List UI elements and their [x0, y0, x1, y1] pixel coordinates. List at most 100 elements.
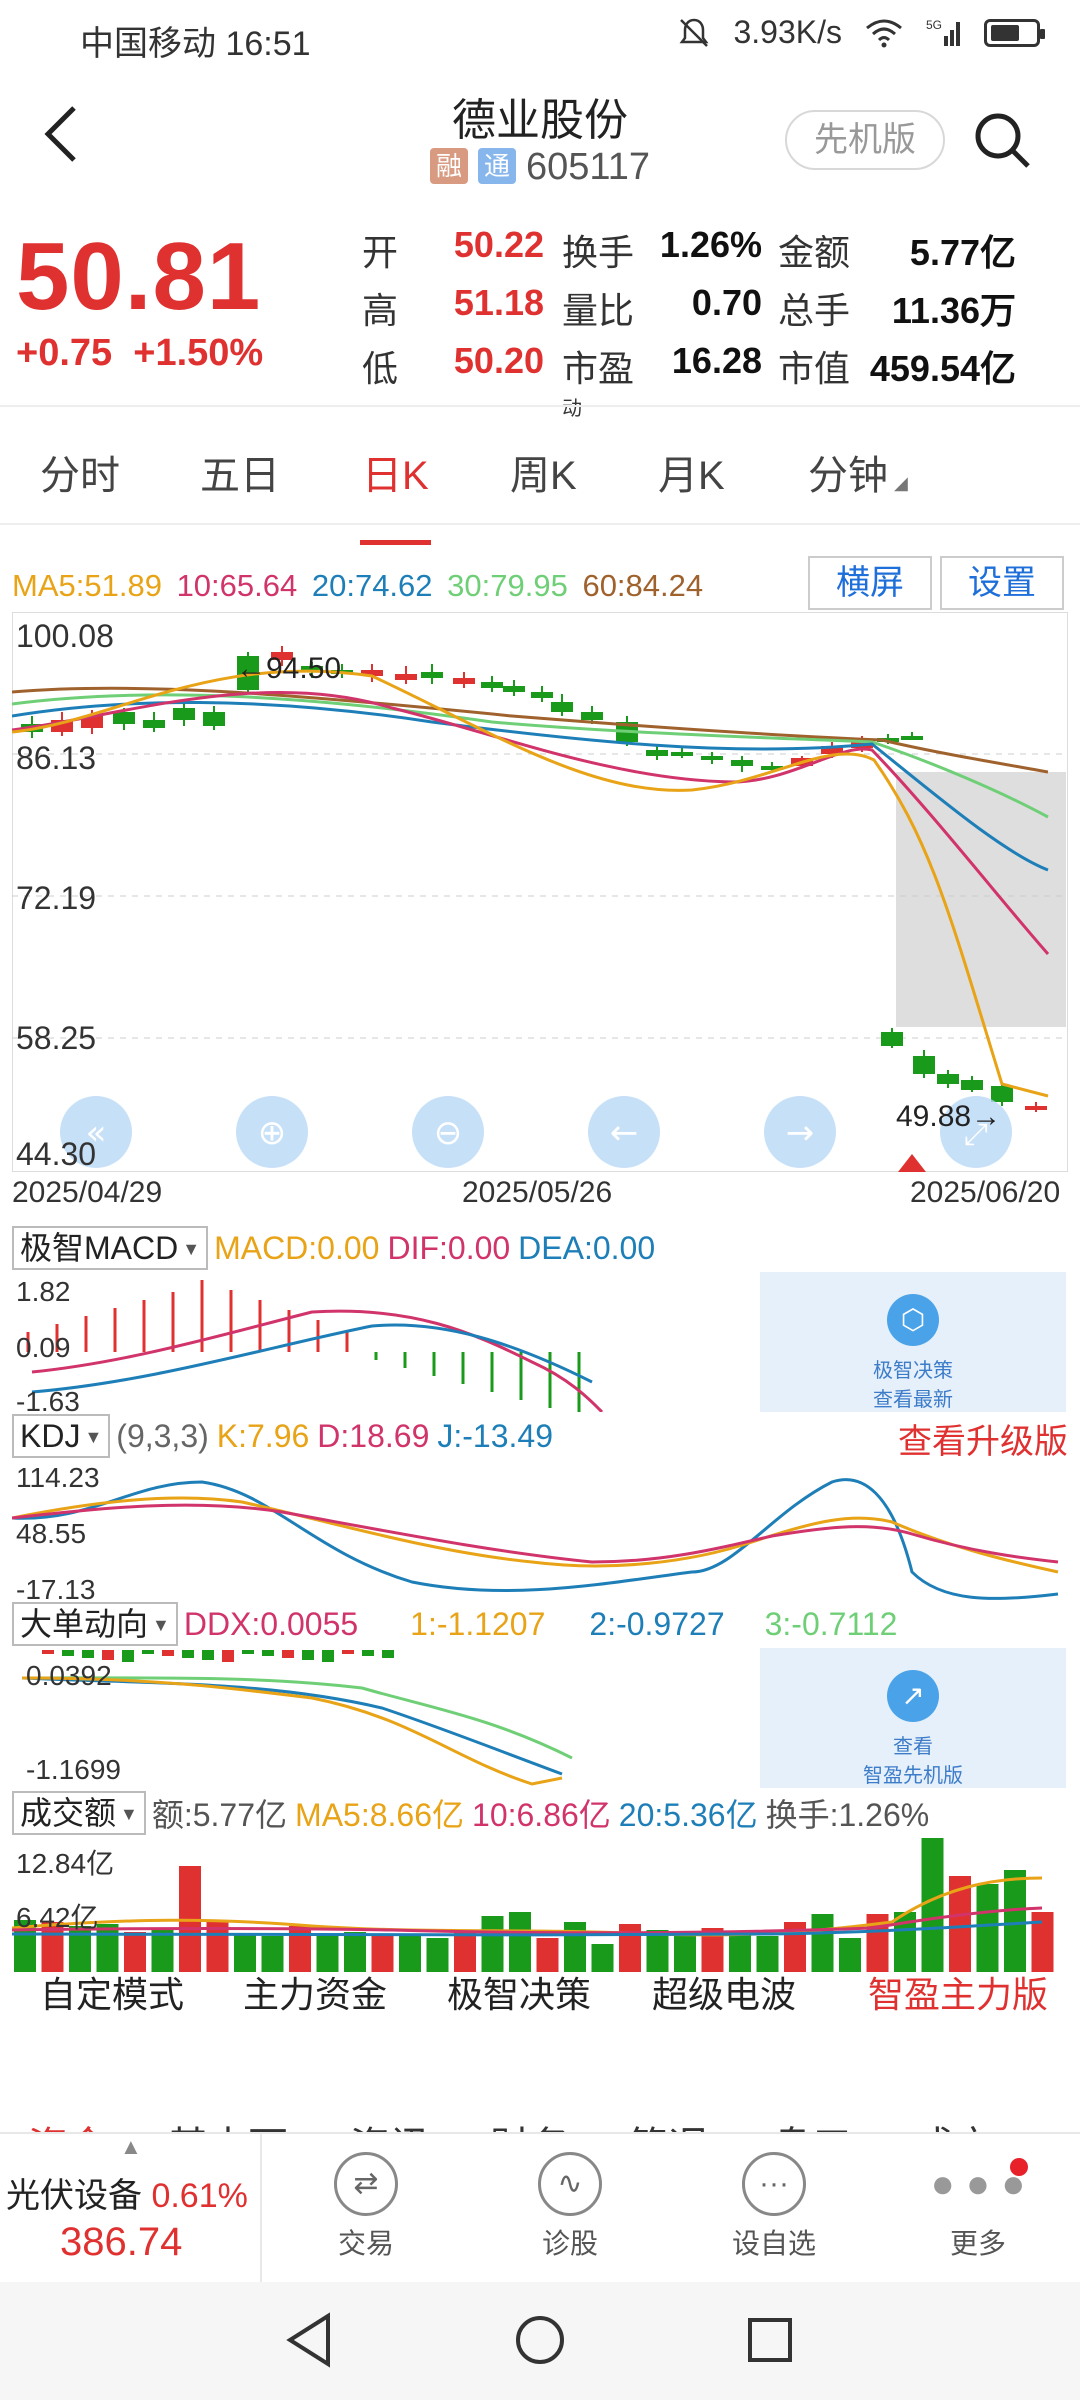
ddx-name: 大单动向	[20, 1606, 149, 1642]
volume-name: 成交额	[20, 1795, 117, 1831]
connect-tag: 通	[478, 148, 516, 184]
decision-icon: ⬡	[887, 1294, 939, 1346]
candle-body	[203, 712, 225, 726]
system-recents-icon[interactable]	[742, 2310, 798, 2370]
macd-selector[interactable]: 极智MACD ▼	[12, 1226, 209, 1270]
ddx-bar	[122, 1650, 134, 1662]
svg-text:←: ←	[610, 1113, 639, 1153]
ddx-bar	[182, 1650, 194, 1658]
tab-minute[interactable]: 分钟 ◢	[808, 443, 908, 501]
ddx-selector[interactable]: 大单动向 ▼	[12, 1602, 178, 1646]
ddx-bar	[262, 1650, 274, 1656]
ddx-promo-card[interactable]: ↗ 查看 智盈先机版	[760, 1648, 1066, 1788]
nav-more[interactable]: ● ● ● 更多	[878, 2134, 1078, 2284]
volume-bar	[509, 1912, 531, 1972]
ddx-bar	[42, 1650, 54, 1654]
macd-y-mid: 0.09	[16, 1332, 71, 1363]
svg-text:5G: 5G	[926, 18, 942, 32]
y-tick-3: 72.19	[16, 880, 97, 916]
volume-selector[interactable]: 成交额 ▼	[12, 1791, 146, 1835]
smart-decision-button[interactable]: 极智决策	[447, 1966, 591, 2018]
volume-bar	[481, 1916, 504, 1972]
super-wave-button[interactable]: 超级电波	[652, 1966, 796, 2018]
ddx-3-value: 3:-0.7112	[764, 1605, 898, 1642]
ddx-chart[interactable]	[12, 1648, 752, 1788]
industry-name: 光伏设备	[6, 2177, 142, 2215]
nav-add-favorite-label: 设自选	[731, 2228, 816, 2259]
trend-icon: ↗	[887, 1670, 939, 1722]
landscape-button[interactable]: 横屏	[808, 556, 932, 610]
last-price: 50.81	[16, 223, 262, 330]
nav-trade[interactable]: ⇄ 交易	[266, 2134, 466, 2284]
tab-five-day[interactable]: 五日	[200, 443, 280, 501]
kdj-y-mid: 48.55	[16, 1518, 87, 1549]
main-funds-button[interactable]: 主力资金	[243, 1966, 387, 2018]
ddx-bar	[162, 1650, 174, 1656]
upgrade-link[interactable]: 查看升级版	[898, 1414, 1068, 1463]
volume-ma10: 10:6.86亿	[472, 1797, 611, 1833]
carrier: 中国移动	[80, 25, 216, 63]
nav-diagnose[interactable]: ∿ 诊股	[470, 2134, 670, 2284]
system-navigation	[0, 2282, 1080, 2400]
kdj-d-value: D:18.69	[317, 1417, 430, 1454]
caret-down-icon: ▼	[84, 1427, 103, 1447]
system-home-icon[interactable]	[512, 2310, 568, 2370]
candle-body	[481, 682, 503, 688]
tab-monthly-k[interactable]: 月K	[658, 443, 725, 501]
pilot-version-button[interactable]: 先机版	[785, 110, 945, 170]
ma-legend: MA5:51.89 10:65.64 20:74.62 30:79.95 60:…	[12, 568, 703, 604]
ddx-promo-sub: 智盈先机版	[863, 1765, 963, 1787]
battery-icon	[984, 18, 1045, 47]
candle-body	[701, 756, 723, 760]
nav-add-favorite[interactable]: ··· 设自选	[674, 2134, 874, 2284]
stock-code: 605117	[526, 146, 650, 188]
x-tick-start: 2025/04/29	[12, 1176, 163, 1209]
custom-mode-button[interactable]: 自定模式	[40, 1966, 184, 2018]
diagnose-icon: ∿	[538, 2152, 602, 2216]
tab-weekly-k[interactable]: 周K	[510, 443, 577, 501]
industry-index: 386.74	[60, 2220, 183, 2264]
volume-amount: 额:5.77亿	[151, 1797, 288, 1833]
volume-ma20: 20:5.36亿	[618, 1797, 758, 1833]
kdj-selector[interactable]: KDJ ▼	[12, 1414, 111, 1458]
high-label: 高	[362, 290, 399, 331]
ma5-value: MA5:51.89	[12, 568, 162, 603]
dropdown-triangle-icon: ◢	[894, 473, 908, 493]
candle-body	[453, 678, 475, 684]
settings-button[interactable]: 设置	[940, 556, 1064, 610]
candle-body	[551, 702, 573, 712]
candle-body	[937, 1074, 959, 1084]
industry-card[interactable]: ▲ 光伏设备 0.61% 386.74	[0, 2134, 262, 2284]
change-percent: +1.50%	[133, 332, 264, 374]
volume-ma5: MA5:8.66亿	[295, 1797, 465, 1833]
ddx-bar	[142, 1650, 154, 1654]
macd-name: 极智MACD	[20, 1230, 179, 1266]
low-annotation: 49.88→	[896, 1100, 1002, 1133]
low-annotation-value: 49.88	[896, 1100, 972, 1133]
kdj-name: KDJ	[20, 1418, 81, 1454]
dea-value: DEA:0.00	[518, 1229, 656, 1266]
volume-bars	[14, 1838, 1054, 1972]
macd-promo-card[interactable]: ⬡ 极智决策 查看最新	[760, 1272, 1066, 1412]
tab-daily-k[interactable]: 日K	[360, 443, 431, 545]
x-tick-end: 2025/06/20	[910, 1176, 1061, 1209]
ma10-value: 10:65.64	[176, 568, 298, 603]
tab-minute-label: 分钟	[808, 454, 888, 498]
volume-chart[interactable]	[12, 1838, 1068, 1972]
selection-highlight	[896, 772, 1066, 1027]
kdj-chart[interactable]	[12, 1462, 1068, 1602]
main-force-version-button[interactable]: 智盈主力版	[868, 1966, 1048, 2018]
candle-body	[421, 672, 443, 678]
y-tick-2: 86.13	[16, 740, 97, 776]
system-back-icon[interactable]	[282, 2310, 338, 2370]
kdj-k-value: K:7.96	[216, 1417, 310, 1454]
ddx-y-bottom: -1.1699	[26, 1754, 121, 1785]
tab-intraday[interactable]: 分时	[40, 443, 120, 501]
volume-bar	[619, 1924, 641, 1972]
kdj-y-top: 114.23	[16, 1462, 100, 1493]
clock: 16:51	[225, 25, 311, 63]
notification-dot	[1010, 2158, 1028, 2176]
industry-row: 光伏设备 0.61%	[6, 2168, 248, 2217]
candlestick-chart[interactable]: « ⊕ ⊖ ← → ⤢	[12, 612, 1068, 1172]
search-icon[interactable]	[970, 108, 1034, 172]
